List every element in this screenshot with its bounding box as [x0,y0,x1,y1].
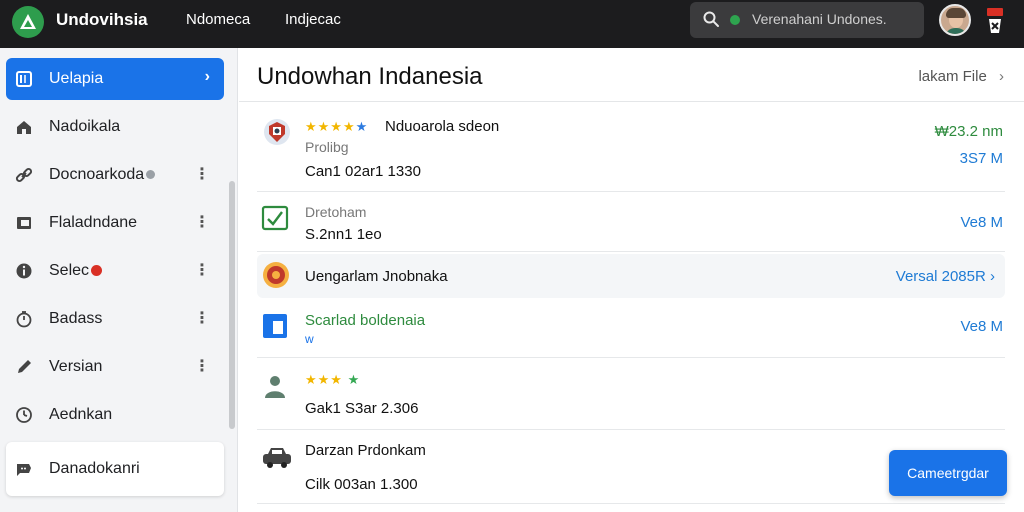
app-name: Undovihsia [56,10,148,29]
row-title: Scarlad boldenaia [305,312,426,329]
badge-dot-icon [146,170,156,179]
sidebar-item-uelapia[interactable]: Uelapia › [6,58,224,100]
more-vertical-icon[interactable]: ⋮ [194,212,210,232]
list-item[interactable]: ★★★★★ Nduoarola sdeon Prolibg Can1 02ar1… [257,106,1005,192]
status-dot-icon [730,15,740,25]
search-bar[interactable]: Verenahani Undones. [690,2,924,38]
version-link[interactable]: Versal 2085R › [896,268,995,285]
sidebar-item-flaladndane[interactable]: Flaladndane ⋮ [6,202,224,244]
row-value: Cilk 003an 1.300 [305,476,418,493]
timer-icon [14,309,34,329]
sidebar-item-label: Danadokanri [49,460,140,477]
sidebar-item-nadoikala[interactable]: Nadoikala [6,106,224,148]
page-title: Undowhan Indanesia [257,63,483,90]
more-vertical-icon[interactable]: ⋮ [194,260,210,280]
emblem-icon [261,116,293,148]
row-subtitle: Dretoham [305,204,367,220]
row-size: Ve8 M [960,214,1003,231]
chat-icon [14,459,34,479]
sidebar: Uelapia › Nadoikala Docnoarkoda ⋮ Flalad… [0,48,238,512]
sidebar-item-docnoarkoda[interactable]: Docnoarkoda ⋮ [6,154,224,196]
main-content: Undowhan Indanesia lakam File › ★★★★★ Nd… [239,48,1024,512]
badge-dot-icon [91,265,103,276]
clock-icon [14,405,34,425]
more-vertical-icon[interactable]: ⋮ [194,164,210,184]
sidebar-item-label-wrap: Docnoarkoda [49,166,156,184]
row-subtitle: Prolibg [305,139,349,155]
chevron-right-icon: › [990,268,995,285]
primary-action-button[interactable]: Cameetrgdar [889,450,1007,496]
row-size: 3S7 M [959,150,1003,167]
row-title: Darzan Prdonkam [305,442,426,459]
header-action-button[interactable]: lakam File › [918,68,1004,85]
sidebar-item-versian[interactable]: Versian ⋮ [6,346,224,388]
row-amount: ₩23.2 nm [934,123,1003,140]
list-item[interactable]: Dretoham S.2nn1 1eo Ve8 M [257,192,1005,252]
sidebar-scrollbar[interactable] [229,181,235,429]
sidebar-item-label-wrap: Selec [49,262,103,280]
info-icon [14,261,34,281]
home-icon [14,117,34,137]
user-icon [261,372,293,404]
sidebar-item-badass[interactable]: Badass ⋮ [6,298,224,340]
avatar[interactable] [939,4,971,36]
notification-icon[interactable] [985,5,1005,35]
sidebar-item-selec[interactable]: Selec ⋮ [6,250,224,292]
header-action-label: lakam File [918,68,987,85]
sidebar-item-label: Versian [49,358,103,375]
row-value: Can1 02ar1 1330 [305,163,421,180]
row-value: S.2nn1 1eo [305,226,382,243]
seal-icon [261,260,293,292]
row-size: Ve8 M [960,318,1003,335]
film-icon [14,213,34,233]
chevron-right-icon: › [999,68,1004,85]
row-value: Gak1 S3ar 2.306 [305,400,419,417]
more-vertical-icon[interactable]: ⋮ [194,308,210,328]
car-icon [261,444,293,476]
sidebar-item-label: Nadoikala [49,118,121,135]
list-item[interactable]: Scarlad boldenaia w Ve8 M [257,300,1005,358]
rating-stars: ★★★ ★ [305,372,361,387]
row-title: Nduoarola sdeon [385,118,500,135]
nav-link-1[interactable]: Ndomeca [186,11,250,28]
sidebar-item-label: Badass [49,310,103,327]
list-item-selected[interactable]: Uengarlam Jnobnaka Versal 2085R › [257,254,1005,298]
rating-stars: ★★★★★ [305,119,369,134]
search-icon [702,10,720,33]
sidebar-item-label: Selec [49,262,90,279]
nav-link-2[interactable]: Indjecac [285,11,341,28]
row-subtitle: w [305,332,314,346]
version-label: Versal 2085R [895,268,986,285]
sidebar-item-label: Uelapia [49,70,104,87]
sidebar-item-danadokanri[interactable]: Danadokanri [6,442,224,496]
search-input[interactable]: Verenahani Undones. [752,11,887,27]
chart-check-icon [261,204,293,236]
row-title: Uengarlam Jnobnaka [305,268,448,285]
list-item[interactable]: ★★★ ★ Gak1 S3ar 2.306 [257,358,1005,430]
sidebar-item-aednkan[interactable]: Aednkan [6,394,224,436]
top-bar: Undovihsia Ndomeca Indjecac Verenahani U… [0,0,1024,48]
app-logo-icon[interactable] [12,6,44,38]
sidebar-item-label: Docnoarkoda [49,166,145,183]
window-icon [261,312,293,344]
main-header: Undowhan Indanesia lakam File › [239,48,1024,102]
link-icon [14,165,34,185]
sidebar-item-label: Flaladndane [49,214,138,231]
panel-icon [14,69,34,89]
pencil-icon [14,357,34,377]
sidebar-item-label: Aednkan [49,406,113,423]
chevron-right-icon: › [204,68,210,85]
more-vertical-icon[interactable]: ⋮ [194,356,210,376]
